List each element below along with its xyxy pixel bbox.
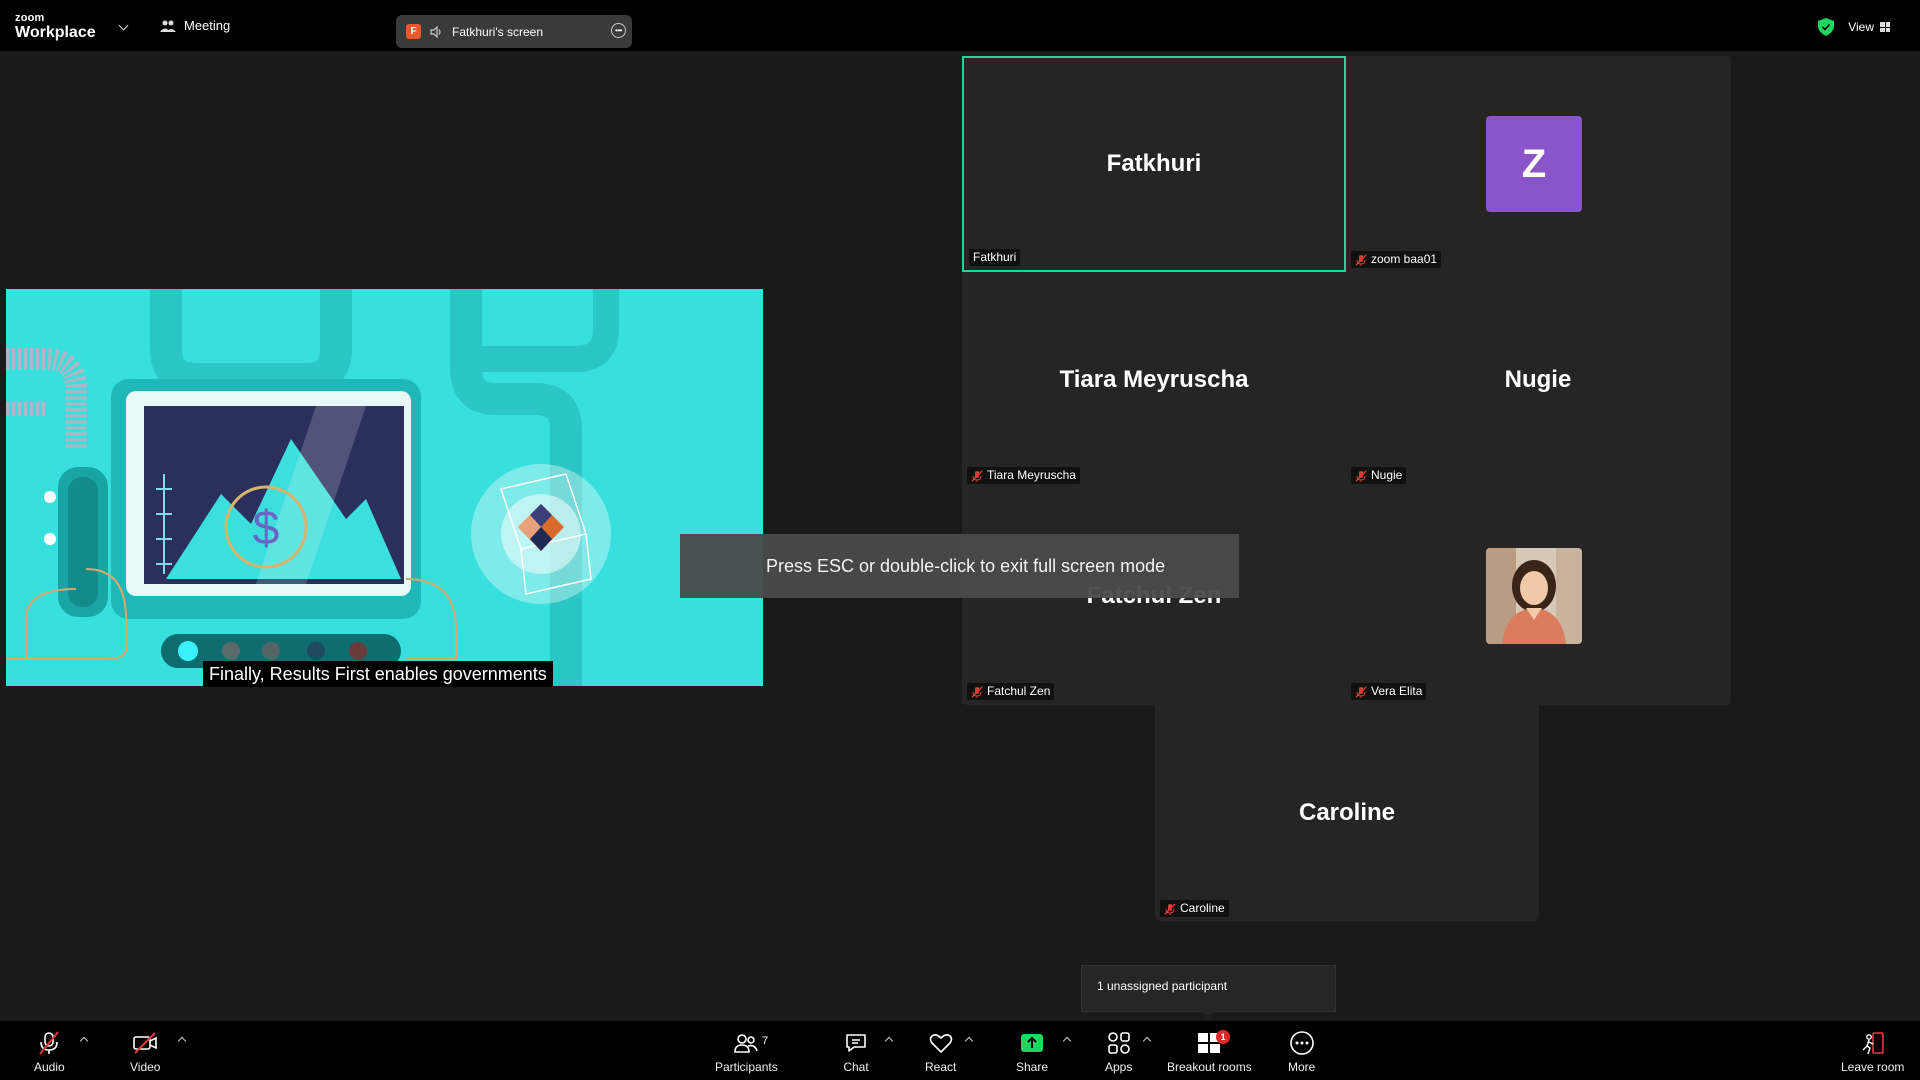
participant-label-text: Tiara Meyruscha — [987, 468, 1076, 482]
mic-muted-icon — [971, 686, 983, 698]
audio-button[interactable]: Audio — [34, 1030, 65, 1074]
top-bar: zoom Workplace Meeting F Fatkhuri's scre… — [0, 0, 1920, 51]
chevron-up-icon[interactable] — [1062, 1036, 1072, 1046]
chevron-up-icon[interactable] — [884, 1036, 894, 1046]
chat-icon — [846, 1034, 866, 1052]
notification-badge: 1 — [1216, 1030, 1230, 1044]
participant-tile[interactable]: Z zoom baa01 — [1346, 56, 1730, 272]
participants-count: 7 — [762, 1035, 769, 1047]
view-label: View — [1848, 20, 1874, 34]
apps-label: Apps — [1105, 1060, 1133, 1074]
react-label: React — [925, 1060, 957, 1074]
participant-name-label: Fatchul Zen — [967, 683, 1055, 700]
mic-muted-icon — [39, 1031, 60, 1055]
participant-tile[interactable]: Caroline Caroline — [1155, 705, 1539, 921]
top-right-controls: View — [1818, 18, 1890, 36]
logo-small-text: zoom — [15, 12, 45, 24]
dollar-symbol: $ — [253, 502, 280, 555]
leave-room-icon — [1862, 1032, 1884, 1055]
breakout-rooms-button[interactable]: Breakout rooms — [1167, 1030, 1252, 1074]
participant-tile[interactable]: Vera Elita — [1346, 488, 1730, 704]
breakout-rooms-label: Breakout rooms — [1167, 1060, 1252, 1074]
mic-muted-icon — [971, 470, 983, 482]
more-label: More — [1288, 1060, 1316, 1074]
meeting-tab-label: Meeting — [184, 18, 231, 33]
participants-button[interactable]: Participants — [715, 1030, 778, 1074]
video-button[interactable]: Video — [130, 1030, 160, 1074]
fullscreen-exit-toast: Press ESC or double-click to exit full s… — [680, 534, 1239, 598]
chat-button[interactable]: Chat — [843, 1030, 869, 1074]
participant-display-name: Fatkhuri — [1106, 150, 1202, 177]
chevron-up-icon[interactable] — [177, 1036, 187, 1046]
shield-icon[interactable] — [1818, 18, 1835, 36]
mic-muted-icon — [1355, 686, 1367, 698]
participant-tile[interactable]: Nugie Nugie — [1346, 272, 1730, 488]
chevron-up-icon[interactable] — [79, 1036, 89, 1046]
audio-label: Audio — [34, 1060, 65, 1074]
mic-muted-icon — [1164, 903, 1176, 915]
participant-label-text: Fatchul Zen — [987, 684, 1051, 698]
shared-screen[interactable]: $ — [6, 289, 763, 686]
video-off-icon — [133, 1032, 158, 1054]
participant-name-label: zoom baa01 — [1351, 251, 1442, 268]
meeting-toolbar: Audio Video Participants 7 Chat React Sh… — [0, 1021, 1920, 1080]
participant-label-text: Fatkhuri — [973, 250, 1017, 264]
leave-room-label: Leave room — [1841, 1060, 1905, 1074]
zoom-logo[interactable]: zoom Workplace — [15, 13, 96, 41]
mic-muted-icon — [1355, 254, 1367, 266]
participant-label-text: Nugie — [1371, 468, 1403, 482]
participant-tile[interactable]: Fatkhuri Fatkhuri — [962, 56, 1346, 272]
more-button[interactable]: More — [1288, 1030, 1315, 1074]
share-screen-icon — [1021, 1034, 1044, 1052]
meeting-tab[interactable]: Meeting — [160, 18, 230, 33]
leave-room-button[interactable]: Leave room — [1841, 1030, 1904, 1074]
chevron-up-icon[interactable] — [964, 1036, 974, 1046]
participants-icon — [734, 1034, 759, 1053]
people-icon — [160, 20, 176, 32]
share-button[interactable]: Share — [1016, 1030, 1048, 1074]
chevron-up-icon[interactable] — [1142, 1036, 1152, 1046]
participant-name-label: Vera Elita — [1351, 683, 1427, 700]
participant-photo — [1486, 548, 1582, 644]
participant-name-label: Nugie — [1351, 467, 1407, 484]
heart-icon — [929, 1034, 952, 1053]
speaker-icon — [430, 25, 441, 38]
participant-gallery: Fatkhuri Fatkhuri Z zoom baa01 Tiara Mey… — [962, 56, 1731, 705]
share-label: Share — [1016, 1060, 1049, 1074]
more-options-icon[interactable]: ••• — [611, 23, 626, 38]
participant-label-text: Vera Elita — [1371, 684, 1423, 698]
participant-name-label: Fatkhuri — [969, 249, 1021, 266]
participant-name-label: Caroline — [1160, 900, 1229, 917]
participant-display-name: Nugie — [1504, 366, 1572, 393]
participants-label: Participants — [715, 1060, 778, 1074]
apps-icon — [1107, 1032, 1130, 1054]
screen-share-label: Fatkhuri's screen — [452, 24, 543, 39]
apps-button[interactable]: Apps — [1105, 1030, 1132, 1074]
chat-label: Chat — [843, 1060, 869, 1074]
avatar: Z — [1486, 116, 1582, 212]
react-button[interactable]: React — [925, 1030, 956, 1074]
grid-view-icon — [1880, 22, 1890, 32]
screen-share-pill[interactable]: F Fatkhuri's screen ••• — [396, 15, 632, 48]
unassigned-participant-popover[interactable]: 1 unassigned participant — [1081, 965, 1336, 1018]
logo-big-text: Workplace — [15, 24, 96, 41]
sharer-avatar: F — [406, 24, 421, 39]
participant-label-text: Caroline — [1180, 901, 1225, 915]
participant-display-name: Caroline — [1298, 799, 1396, 826]
view-button[interactable]: View — [1848, 20, 1890, 34]
subtitle-caption: Finally, Results First enables governmen… — [203, 661, 553, 687]
participant-tile[interactable]: Tiara Meyruscha Tiara Meyruscha — [962, 272, 1346, 488]
participant-name-label: Tiara Meyruscha — [967, 467, 1080, 484]
shared-screen-illustration: $ — [6, 289, 763, 686]
chevron-down-icon[interactable] — [118, 20, 129, 31]
video-label: Video — [130, 1060, 161, 1074]
participant-display-name: Tiara Meyruscha — [1059, 366, 1249, 393]
more-icon — [1289, 1031, 1314, 1055]
mic-muted-icon — [1355, 470, 1367, 482]
participant-label-text: zoom baa01 — [1371, 252, 1438, 266]
